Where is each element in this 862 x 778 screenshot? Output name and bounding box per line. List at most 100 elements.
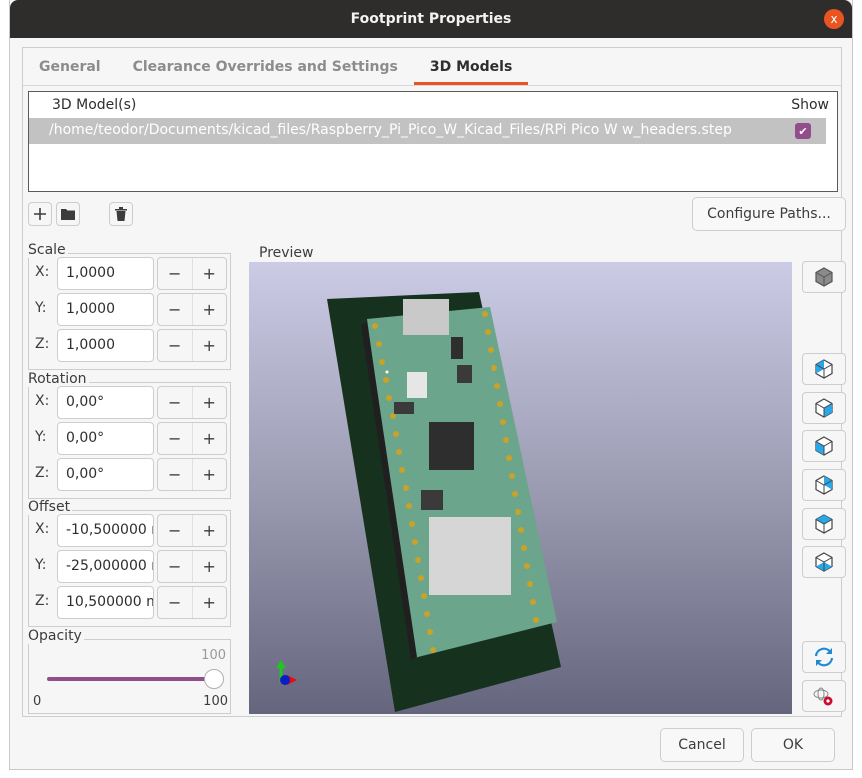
ok-button[interactable]: OK (751, 728, 835, 762)
wifi-module (429, 517, 511, 595)
scale-y-input[interactable]: 1,0000 (57, 293, 154, 326)
add-model-button[interactable] (28, 202, 52, 226)
usb-connector (403, 299, 449, 335)
tab-divider (23, 85, 841, 86)
view-bottom-button[interactable] (802, 546, 846, 578)
decrement-button[interactable]: − (158, 294, 193, 325)
increment-button[interactable]: + (193, 423, 227, 454)
reload-button[interactable] (802, 641, 846, 673)
decrement-button[interactable]: − (158, 551, 193, 582)
column-3d-models[interactable]: 3D Model(s) (52, 97, 136, 113)
decrement-button[interactable]: − (158, 423, 193, 454)
view-front-icon (815, 436, 833, 456)
scale-x-input[interactable]: 1,0000 (57, 257, 154, 290)
offset-y-spinner[interactable]: − + (157, 550, 227, 583)
cancel-button[interactable]: Cancel (660, 728, 744, 762)
view-right-button[interactable] (802, 392, 846, 424)
offset-y-input[interactable]: -25,000000 m (57, 550, 154, 583)
view-front-button[interactable] (802, 430, 846, 462)
offset-x-label: X: (35, 521, 50, 537)
axis-indicator (276, 660, 297, 685)
view-left-button[interactable] (802, 353, 846, 385)
decrement-button[interactable]: − (158, 330, 193, 361)
view-right-icon (815, 398, 833, 418)
increment-button[interactable]: + (193, 330, 227, 361)
increment-button[interactable]: + (193, 387, 227, 418)
3d-preview-canvas[interactable] (249, 262, 792, 714)
opacity-value: 100 (201, 648, 226, 663)
decrement-button[interactable]: − (158, 459, 193, 490)
increment-button[interactable]: + (193, 515, 227, 546)
opacity-group: Opacity 100 0 100 (28, 628, 231, 714)
offset-x-row: X: -10,500000 m −+ (29, 513, 229, 547)
offset-y-row: Y: -25,000000 m −+ (29, 549, 229, 583)
model-path[interactable]: /home/teodor/Documents/kicad_files/Raspb… (49, 122, 732, 138)
column-show[interactable]: Show (791, 97, 829, 113)
opacity-slider-track[interactable] (47, 677, 215, 681)
rotation-z-row: Z: 0,00° − + (29, 457, 229, 491)
view-left-icon (815, 359, 833, 379)
scale-y-spinner[interactable]: − + (157, 293, 227, 326)
window-title: Footprint Properties (350, 11, 512, 27)
tab-bar: General Clearance Overrides and Settings… (23, 48, 529, 85)
view-back-button[interactable] (802, 469, 846, 501)
decrement-button[interactable]: − (158, 587, 193, 618)
increment-button[interactable]: + (193, 459, 227, 490)
3d-settings-button[interactable] (802, 680, 846, 712)
footprint-properties-dialog: Footprint Properties x General Clearance… (9, 0, 853, 770)
reload-icon (814, 647, 834, 667)
preview-label: Preview (259, 245, 314, 261)
decrement-button[interactable]: − (158, 515, 193, 546)
offset-group: Offset X: -10,500000 m −+ Y: -25,000000 … (28, 499, 231, 627)
browse-model-button[interactable] (56, 202, 80, 226)
tab-clearance-overrides[interactable]: Clearance Overrides and Settings (117, 48, 414, 85)
view-top-button[interactable] (802, 508, 846, 540)
offset-z-label: Z: (35, 593, 50, 609)
view-top-icon (815, 514, 833, 534)
offset-x-spinner[interactable]: − + (157, 514, 227, 547)
scale-x-label: X: (35, 264, 50, 280)
decrement-button[interactable]: − (158, 258, 193, 289)
delete-model-button[interactable] (109, 202, 133, 226)
tab-3d-models[interactable]: 3D Models (413, 48, 529, 85)
folder-icon (61, 209, 75, 220)
scale-x-spinner[interactable]: − + (157, 257, 227, 290)
flash-chip (421, 490, 443, 510)
rp2040-chip (429, 422, 474, 470)
offset-z-spinner[interactable]: − + (157, 586, 227, 619)
increment-button[interactable]: + (193, 587, 227, 618)
scale-z-spinner[interactable]: − + (157, 329, 227, 362)
models-list[interactable]: 3D Model(s) Show /home/teodor/Documents/… (28, 91, 838, 192)
increment-button[interactable]: + (193, 294, 227, 325)
rotation-x-spinner[interactable]: − + (157, 386, 227, 419)
rotation-z-spinner[interactable]: − + (157, 458, 227, 491)
plus-icon (34, 208, 46, 220)
scale-z-row: Z: 1,0000 − + (29, 328, 229, 362)
rotation-x-input[interactable]: 0,00° (57, 386, 154, 419)
offset-z-input[interactable]: 10,500000 m (57, 586, 154, 619)
opacity-slider-handle[interactable] (204, 669, 224, 689)
title-bar: Footprint Properties x (10, 0, 852, 38)
rotation-y-spinner[interactable]: − + (157, 422, 227, 455)
scale-z-label: Z: (35, 336, 50, 352)
decrement-button[interactable]: − (158, 387, 193, 418)
model-row[interactable]: /home/teodor/Documents/kicad_files/Raspb… (29, 118, 826, 144)
view-3d-button[interactable] (802, 261, 846, 293)
show-checkbox[interactable]: ✔ (795, 123, 811, 139)
rotation-z-input[interactable]: 0,00° (57, 458, 154, 491)
view-back-icon (815, 475, 833, 495)
rotation-x-label: X: (35, 393, 50, 409)
scale-z-input[interactable]: 1,0000 (57, 329, 154, 362)
scale-y-row: Y: 1,0000 − + (29, 292, 229, 326)
increment-button[interactable]: + (193, 551, 227, 582)
scale-x-row: X: 1,0000 − + (29, 256, 229, 290)
view-iso-icon (815, 267, 833, 287)
rotation-y-input[interactable]: 0,00° (57, 422, 154, 455)
configure-paths-button[interactable]: Configure Paths... (692, 197, 846, 231)
offset-x-input[interactable]: -10,500000 m (57, 514, 154, 547)
pcb-3d-render (276, 292, 561, 712)
tab-notebook: General Clearance Overrides and Settings… (22, 47, 846, 717)
close-button[interactable]: x (824, 9, 844, 29)
tab-general[interactable]: General (23, 48, 117, 85)
increment-button[interactable]: + (193, 258, 227, 289)
